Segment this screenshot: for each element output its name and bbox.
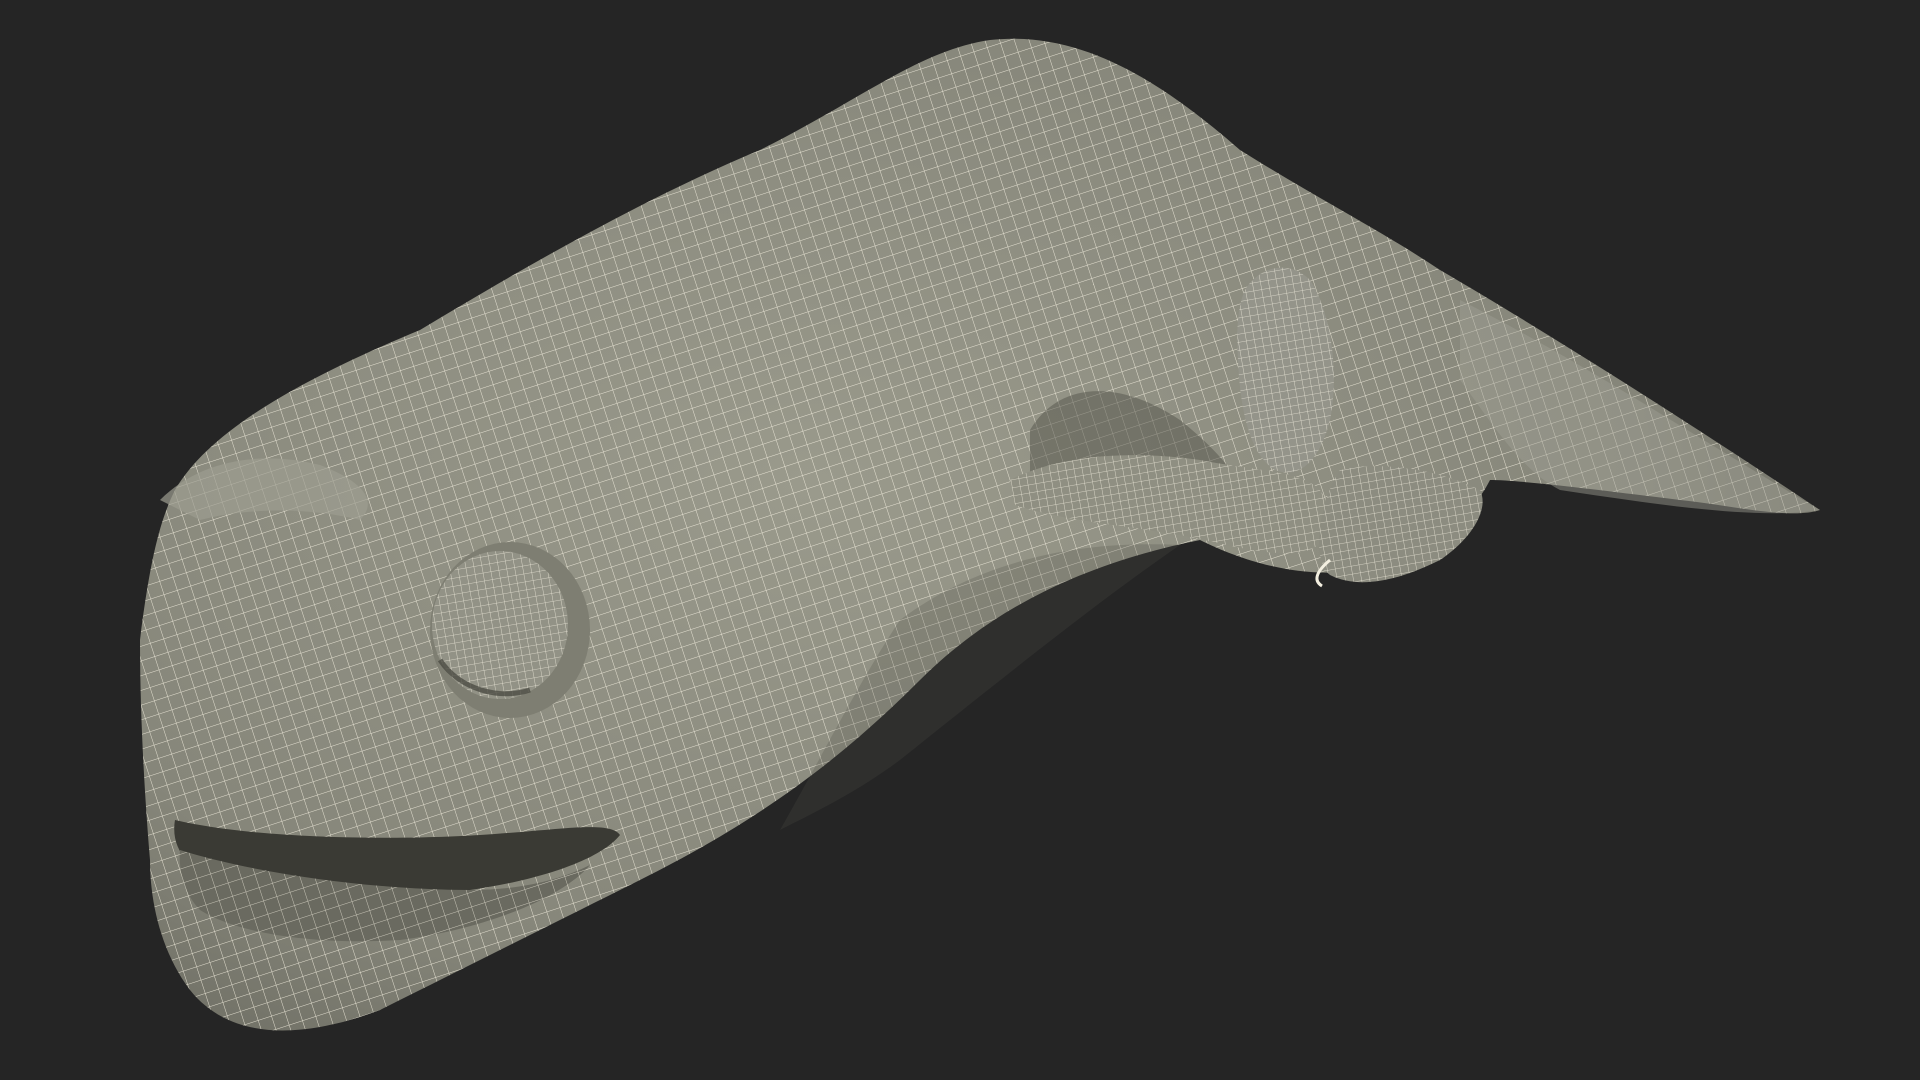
wireframe-model-render	[140, 38, 1820, 1031]
3d-viewport	[0, 0, 1920, 1080]
eye	[430, 542, 590, 718]
tail	[1460, 300, 1820, 514]
foot-toes	[1315, 466, 1483, 588]
